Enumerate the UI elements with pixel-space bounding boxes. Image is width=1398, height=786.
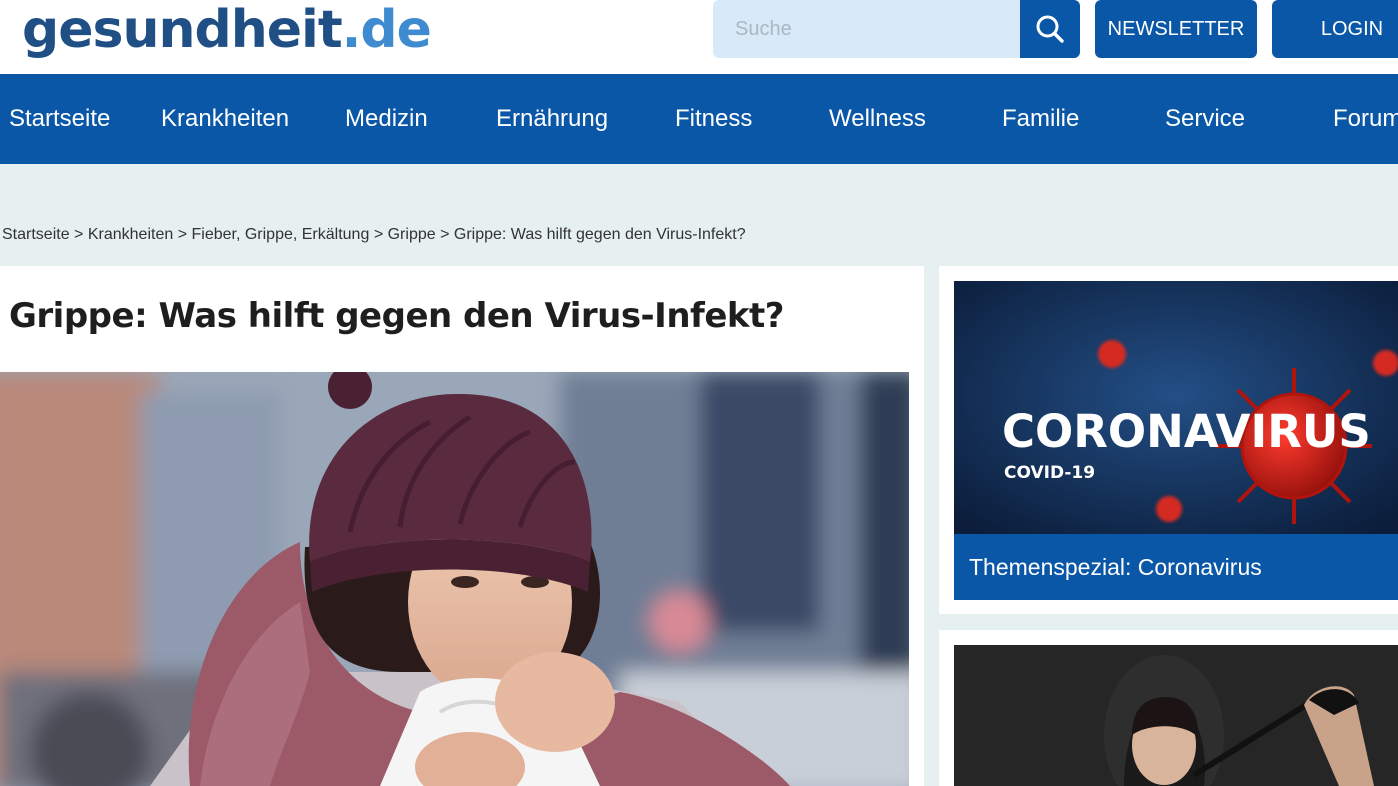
coronavirus-illustration: CORONAVIRUS COVID-19 [954,281,1398,534]
fitness-illustration [954,645,1398,786]
breadcrumb-grippe[interactable]: Grippe [388,226,436,243]
search-input[interactable] [713,0,1020,58]
search-button[interactable] [1020,0,1080,58]
nav-item-medizin[interactable]: Medizin [345,74,428,164]
article-main: Grippe: Was hilft gegen den Virus-Infekt… [0,266,924,786]
logo-main: gesundheit [22,0,343,60]
nav-item-ernaehrung[interactable]: Ernährung [496,74,608,164]
logo-tld: .de [341,0,432,60]
coronavirus-image-text: CORONAVIRUS [1002,405,1371,458]
sidebar-teaser-coronavirus[interactable]: CORONAVIRUS COVID-19 Themenspezial: Coro… [939,266,1398,614]
search-bar [713,0,1080,58]
nav-item-service[interactable]: Service [1165,74,1245,164]
article-hero-image [0,372,909,786]
nav-item-krankheiten[interactable]: Krankheiten [161,74,289,164]
breadcrumb-separator: > [440,226,450,243]
coronavirus-teaser-image: CORONAVIRUS COVID-19 [954,281,1398,534]
breadcrumb-startseite[interactable]: Startseite [2,226,70,243]
nav-item-fitness[interactable]: Fitness [675,74,752,164]
breadcrumb: Startseite > Krankheiten > Fieber, Gripp… [2,226,746,244]
breadcrumb-current: Grippe: Was hilft gegen den Virus-Infekt… [453,226,746,243]
nav-item-familie[interactable]: Familie [1002,74,1079,164]
newsletter-button[interactable]: NEWSLETTER [1095,0,1257,58]
main-navigation: Startseite Krankheiten Medizin Ernährung… [0,74,1398,164]
nav-item-forum[interactable]: Forum [1333,74,1398,164]
nav-item-startseite[interactable]: Startseite [9,74,110,164]
breadcrumb-fieber[interactable]: Fieber, Grippe, Erkältung [191,226,369,243]
page-title: Grippe: Was hilft gegen den Virus-Infekt… [9,296,784,336]
site-logo[interactable]: gesundheit.de [22,0,432,60]
search-icon [1036,15,1064,43]
covid-image-subtext: COVID-19 [1004,463,1095,483]
sidebar-teaser-fitness[interactable] [939,630,1398,786]
breadcrumb-krankheiten[interactable]: Krankheiten [88,226,173,243]
breadcrumb-separator: > [373,226,384,243]
breadcrumb-separator: > [177,226,188,243]
header: gesundheit.de NEWSLETTER LOGIN [0,0,1398,74]
coronavirus-teaser-caption[interactable]: Themenspezial: Coronavirus [954,534,1398,600]
breadcrumb-separator: > [74,226,84,243]
hero-illustration [0,372,909,786]
fitness-teaser-image [954,645,1398,786]
nav-item-wellness[interactable]: Wellness [829,74,926,164]
login-button[interactable]: LOGIN [1272,0,1398,58]
